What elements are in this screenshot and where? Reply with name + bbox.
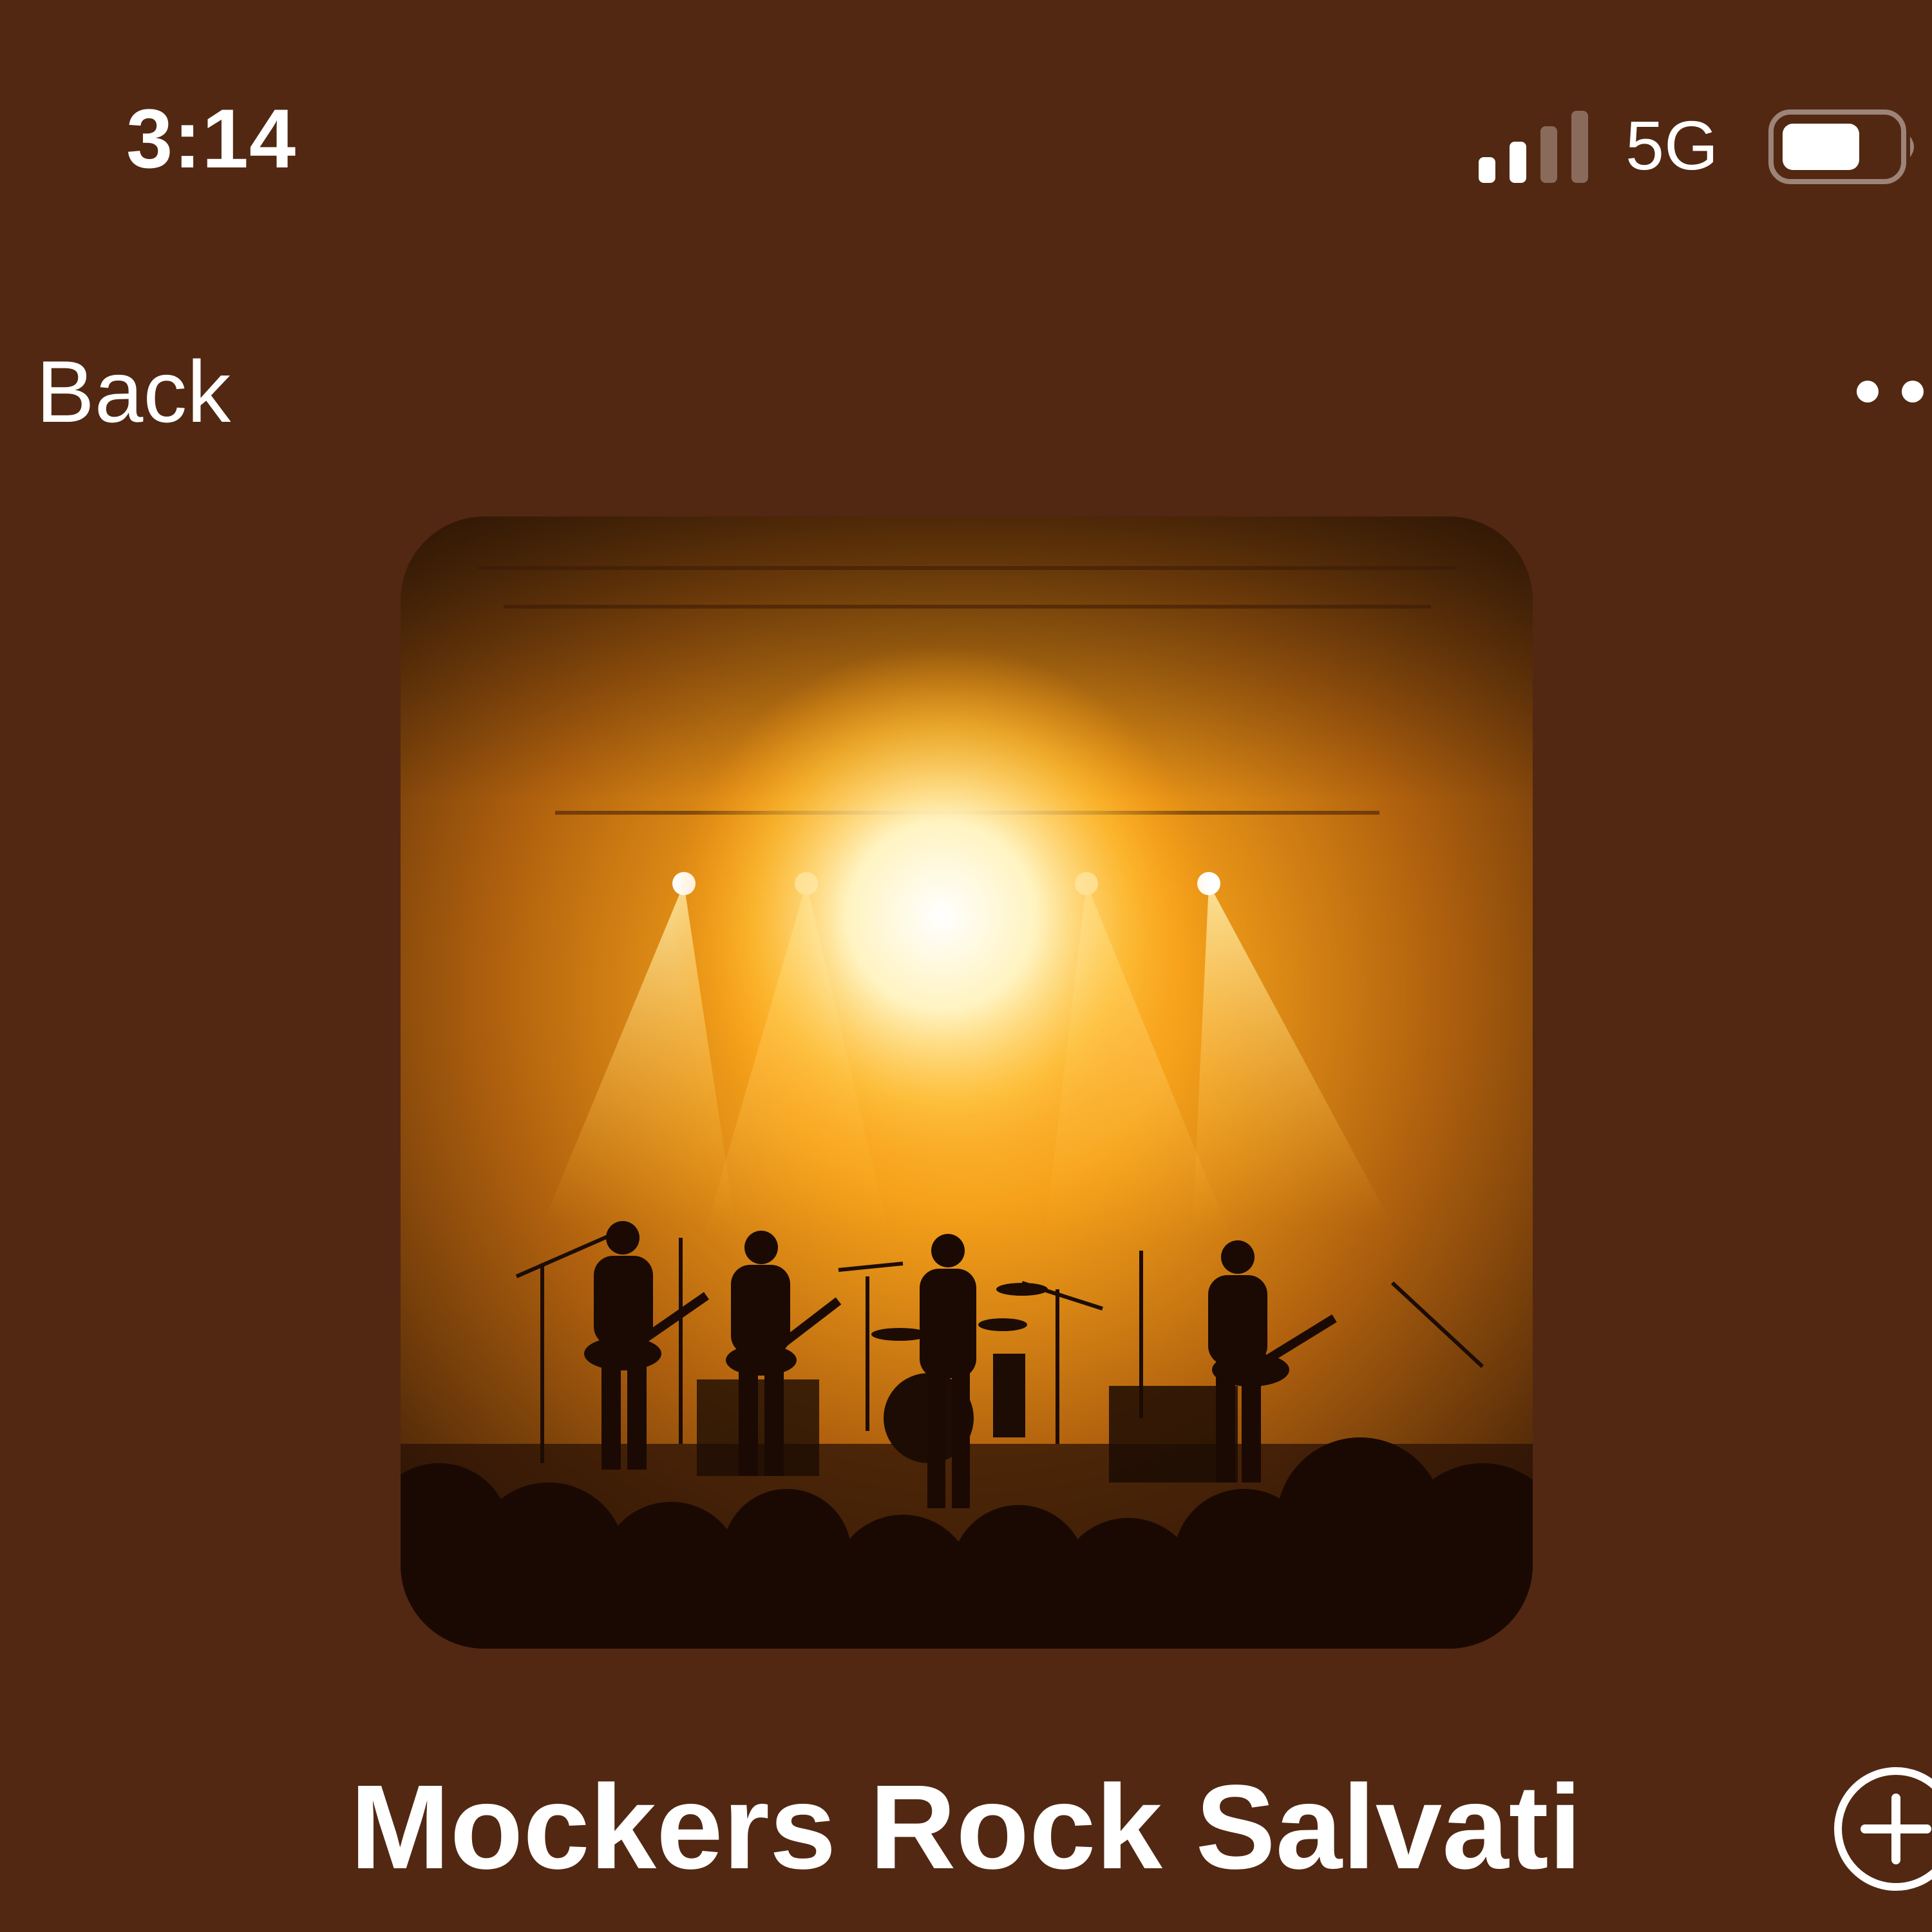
network-type: 5G (1625, 106, 1719, 184)
signal-bar-2 (1510, 142, 1526, 183)
plus-circle-icon[interactable] (1832, 1765, 1932, 1893)
album-title: Mockers Rock Salvati (350, 1761, 1582, 1894)
signal-bar-1 (1479, 157, 1495, 183)
signal-bar-4 (1571, 111, 1588, 183)
concert-stage-image (401, 516, 1533, 1649)
signal-strength-icon (1479, 111, 1588, 183)
ellipsis-icon[interactable] (1855, 379, 1932, 404)
back-button[interactable]: Back (36, 348, 231, 435)
album-artwork (401, 516, 1533, 1649)
signal-bar-3 (1540, 126, 1557, 183)
battery-level-fill (1783, 124, 1859, 170)
status-time: 3:14 (126, 91, 297, 185)
battery-icon (1768, 109, 1914, 184)
